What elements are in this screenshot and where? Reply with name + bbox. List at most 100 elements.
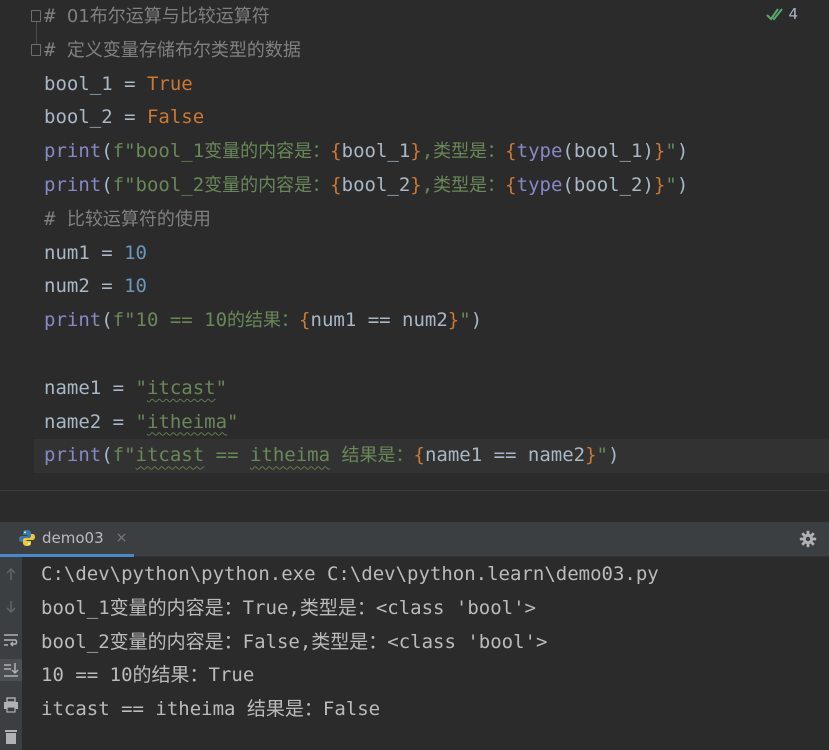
code-token: " [135, 410, 147, 433]
code-token: bool_2 [341, 173, 411, 196]
code-token: itcast [146, 376, 216, 399]
code-token: bool_2 = [44, 106, 147, 129]
code-token: bool_1 = [44, 72, 147, 95]
code-token: itheima [249, 444, 331, 467]
code-token: , [421, 140, 434, 163]
code-token: } [653, 140, 666, 163]
code-line[interactable]: print(f"bool_2变量的内容是：{bool_2},类型是：{type(… [44, 169, 829, 203]
code-token: bool_1 [341, 140, 411, 163]
code-line[interactable]: num1 = 10 [44, 237, 829, 271]
code-token: { [505, 140, 517, 163]
code-line[interactable]: print(f"bool_1变量的内容是：{bool_1},类型是：{type(… [44, 135, 829, 169]
down-arrow-icon[interactable] [0, 596, 22, 618]
code-line[interactable]: num2 = 10 [44, 270, 829, 304]
code-token: ) [470, 309, 483, 332]
run-tool-header: demo03 × [0, 522, 829, 557]
code-token: type [516, 140, 563, 163]
console-line: 10 == 10的结果：True [41, 664, 255, 687]
code-token: # [44, 38, 67, 61]
console-line: bool_1变量的内容是：True,类型是：<class 'bool'> [41, 596, 536, 619]
code-token: ( [101, 140, 113, 163]
code-token: # [44, 5, 67, 27]
code-token: { [330, 140, 342, 163]
python-icon [19, 530, 35, 546]
code-token: } [653, 173, 666, 196]
console-line: bool_2变量的内容是：False,类型是：<class 'bool'> [41, 630, 548, 653]
close-icon[interactable]: × [116, 530, 128, 546]
code-token: name2 = [44, 410, 136, 433]
code-token: (bool_2) [562, 173, 654, 196]
code-token: itheima [146, 410, 228, 433]
code-line[interactable]: # 01布尔运算与比较运算符 [44, 0, 829, 34]
code-token: 01布尔运算与比较运算符 [66, 6, 270, 27]
code-line[interactable]: bool_2 = False [44, 101, 829, 135]
code-token: } [447, 309, 460, 332]
code-token: ( [101, 173, 113, 196]
code-token: " [665, 140, 677, 163]
code-token: f"bool_1 [112, 140, 205, 163]
code-token: print [44, 309, 102, 332]
print-icon[interactable] [0, 694, 22, 716]
code-token: num1 = [44, 241, 125, 264]
code-token: } [410, 140, 422, 163]
editor-gutter [0, 0, 41, 490]
code-token: " [215, 376, 228, 399]
up-arrow-icon[interactable] [0, 563, 22, 585]
code-token: 比较运算符的使用 [66, 208, 211, 230]
code-token: 结果是： [341, 445, 414, 467]
code-token: { [299, 309, 311, 332]
code-token: } [585, 444, 597, 467]
gear-icon[interactable] [799, 530, 817, 548]
run-toolbar [0, 557, 22, 750]
trash-icon[interactable] [0, 725, 22, 747]
code-line[interactable]: # 比较运算符的使用 [44, 203, 829, 237]
code-line[interactable]: bool_1 = True [44, 68, 829, 102]
code-line[interactable]: # 定义变量存储布尔类型的数据 [44, 34, 829, 68]
code-lines[interactable]: # 01布尔运算与比较运算符 # 定义变量存储布尔类型的数据 bool_1 = Tr… [34, 0, 829, 474]
code-token: 的结果： [227, 310, 300, 332]
fold-marker[interactable] [31, 10, 41, 22]
code-token: 定义变量存储布尔类型的数据 [66, 39, 301, 61]
code-token: " [665, 173, 677, 196]
code-token: 变量的内容是： [204, 174, 331, 196]
code-token: " [596, 444, 608, 467]
code-editor[interactable]: 4 # 01布尔运算与比较运算符 # 定义变量存储布尔类型的数据 bool_1 = … [0, 0, 829, 522]
code-token: name1 = [44, 376, 136, 399]
code-token: ) [676, 173, 689, 196]
code-token: " [459, 309, 471, 332]
code-token: num1 == num2 [310, 309, 448, 332]
console-line: itcast == itheima 结果是：False [41, 698, 381, 721]
code-token: } [410, 173, 422, 196]
code-token: f"bool_2 [112, 173, 205, 196]
code-line[interactable] [44, 338, 829, 372]
console-line: C:\dev\python\python.exe C:\dev\python.l… [41, 563, 659, 585]
code-token: 类型是： [433, 141, 506, 163]
code-line[interactable]: name2 = "itheima" [44, 406, 829, 440]
code-token: { [505, 173, 517, 196]
fold-marker[interactable] [31, 44, 41, 56]
code-token: " [227, 410, 239, 433]
code-token: == [204, 444, 250, 467]
code-token: 10 [124, 241, 147, 264]
code-line[interactable]: print(f"10 == 10的结果：{num1 == num2}") [44, 304, 829, 338]
code-token: ) [608, 444, 620, 467]
code-token: print [44, 444, 102, 467]
run-console-output[interactable]: C:\dev\python\python.exe C:\dev\python.l… [22, 557, 829, 750]
code-line[interactable]: print(f"itcast == itheima 结果是：{name1 == … [34, 439, 829, 474]
scroll-to-end-icon[interactable] [0, 659, 22, 681]
code-token: print [44, 140, 102, 163]
run-tab-label: demo03 [42, 529, 104, 547]
code-token: 10 [124, 275, 147, 298]
code-token: ( [101, 309, 113, 332]
code-token: f"10 == 10 [112, 309, 228, 332]
code-token: , [421, 173, 434, 196]
run-tab-demo03[interactable]: demo03 × [0, 522, 134, 557]
soft-wrap-icon[interactable] [0, 629, 22, 651]
code-line[interactable]: name1 = "itcast" [44, 372, 829, 406]
code-token: True [146, 72, 193, 95]
code-token: { [330, 173, 342, 196]
fold-guide [36, 22, 37, 44]
code-token: 变量的内容是： [204, 141, 331, 163]
code-token: f" [112, 444, 136, 467]
